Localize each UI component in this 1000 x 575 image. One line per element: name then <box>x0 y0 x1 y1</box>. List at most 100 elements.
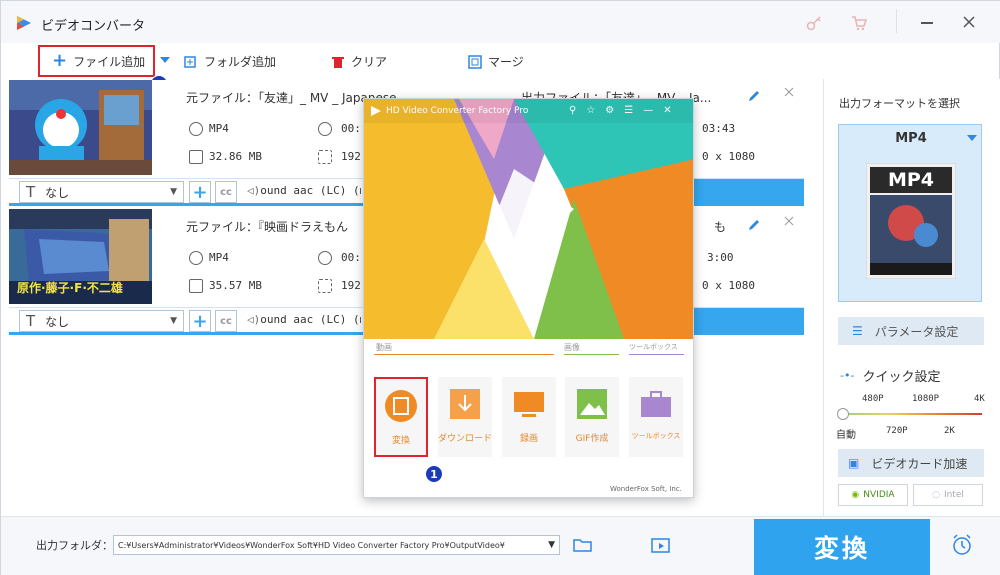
quality-label-2k: 2K <box>944 426 955 436</box>
merge-button[interactable]: マージ <box>468 53 524 70</box>
resolution-value: 192 <box>341 150 361 163</box>
resolution-icon <box>318 279 332 293</box>
section-label-video: 動画 <box>376 343 392 352</box>
step-badge-1: 1 <box>425 465 443 483</box>
subtitle-select[interactable]: T なし ▼ <box>19 181 184 203</box>
folder-add-icon <box>184 55 196 68</box>
output-duration: 03:43 <box>702 122 736 135</box>
output-path-input[interactable]: C:¥Users¥Administrator¥Videos¥WonderFox … <box>113 535 560 555</box>
video-folder-icon[interactable] <box>651 537 671 553</box>
format-value: MP4 <box>209 122 229 135</box>
sliders-icon: ☰ <box>852 324 863 338</box>
nvidia-icon: ◉ <box>851 490 860 500</box>
quality-label-4k: 4K <box>974 394 985 404</box>
app-window: ビデオコンバータ + ファイル追加 2 フォルダ追加 <box>0 0 1000 575</box>
cc-icon[interactable]: cc <box>215 310 237 332</box>
parameter-settings-label: パラメータ設定 <box>874 324 959 339</box>
resolution-value: 192 <box>341 279 361 292</box>
merge-icon <box>468 54 482 69</box>
open-folder-icon[interactable] <box>573 537 593 553</box>
add-file-dropdown-icon[interactable] <box>160 57 170 65</box>
clock-icon <box>318 251 332 265</box>
quality-label-480p: 480P <box>862 394 884 404</box>
format-icon <box>189 251 203 265</box>
toolbar: + ファイル追加 2 フォルダ追加 クリア マージ <box>1 43 821 93</box>
speaker-icon: ◁) <box>247 313 261 326</box>
intel-toggle[interactable]: ◌ Intel <box>913 484 983 506</box>
output-path-value: C:¥Users¥Administrator¥Videos¥WonderFox … <box>118 540 505 550</box>
gpu-acceleration-button[interactable]: ▣ ビデオカード加速 <box>838 449 984 477</box>
tile-toolbox[interactable]: ツールボックス <box>629 377 683 457</box>
launcher-banner <box>364 99 693 339</box>
output-folder-label: 出力フォルダ： <box>36 539 113 552</box>
cart-icon[interactable] <box>851 15 867 31</box>
convert-button[interactable]: 変換 <box>754 519 930 575</box>
key-icon[interactable] <box>806 15 822 31</box>
quick-settings-label: クイック設定 <box>862 370 941 385</box>
format-selector[interactable]: MP4 MP4 <box>838 124 982 302</box>
add-file-button[interactable]: + ファイル追加 <box>38 45 155 77</box>
remove-file-icon[interactable] <box>784 216 794 226</box>
section-label-image: 画像 <box>564 343 580 352</box>
output-duration: 3:00 <box>707 251 734 264</box>
audio-track-select[interactable]: ◁)ound aac (LC) (mp <box>247 184 361 197</box>
quality-slider-track[interactable] <box>842 413 982 415</box>
add-subtitle-button[interactable]: + <box>189 310 211 332</box>
size-value: 32.86 MB <box>209 150 262 163</box>
popup-window-controls[interactable]: ⚲☆⚙☰—✕ <box>569 105 682 116</box>
video-thumbnail-1[interactable] <box>9 80 152 175</box>
subtitle-value: なし <box>45 185 70 200</box>
audio-track-value: ound aac (LC) (mp <box>260 184 361 197</box>
minimize-button[interactable] <box>921 22 933 24</box>
parameter-settings-button[interactable]: ☰ パラメータ設定 <box>838 317 984 345</box>
tile-gif[interactable]: GIF作成 <box>565 377 619 457</box>
popup-footer: WonderFox Soft, Inc. <box>610 485 682 493</box>
output-format-panel: 出力フォーマットを選択 MP4 MP4 ☰ パラメータ設定 -•- クイック設定… <box>823 79 1000 516</box>
remove-file-icon[interactable] <box>784 87 794 97</box>
section-divider-image <box>564 354 619 355</box>
quality-label-1080p: 1080P <box>912 394 940 404</box>
cc-icon[interactable]: cc <box>215 181 237 203</box>
audio-track-value: ound aac (LC) (mp <box>260 313 361 326</box>
chevron-down-icon[interactable]: ▼ <box>548 540 555 550</box>
format-value: MP4 <box>209 251 229 264</box>
tile-gif-label: GIF作成 <box>575 434 609 444</box>
title-bar: ビデオコンバータ <box>1 1 1000 43</box>
tile-toolbox-label: ツールボックス <box>631 432 681 440</box>
audio-track-select[interactable]: ◁)ound aac (LC) (mp <box>247 313 361 326</box>
edit-pencil-icon[interactable] <box>747 89 761 103</box>
film-icon <box>385 390 417 422</box>
format-icon <box>189 122 203 136</box>
clear-button[interactable]: クリア <box>331 53 387 70</box>
close-button[interactable] <box>963 16 975 28</box>
format-name: MP4 <box>895 131 927 146</box>
nvidia-toggle[interactable]: ◉ NVIDIA <box>838 484 908 506</box>
quality-slider-handle[interactable] <box>837 408 849 420</box>
app-logo-icon <box>17 16 31 30</box>
subtitle-value: なし <box>45 314 70 329</box>
tile-download[interactable]: ダウンロード <box>438 377 492 457</box>
chevron-down-icon <box>967 135 977 141</box>
intel-icon: ◌ <box>932 490 940 500</box>
download-icon <box>450 389 480 419</box>
add-folder-button[interactable]: フォルダ追加 <box>184 53 276 70</box>
alarm-clock-icon[interactable] <box>951 534 973 556</box>
output-resolution: 0 x 1080 <box>702 279 755 292</box>
output-resolution: 0 x 1080 <box>702 150 755 163</box>
gpu-acceleration-label: ビデオカード加速 <box>871 456 968 471</box>
bottom-bar: 出力フォルダ： C:¥Users¥Administrator¥Videos¥Wo… <box>1 516 1000 575</box>
add-file-label: ファイル追加 <box>73 54 146 69</box>
popup-logo-icon <box>371 106 381 116</box>
edit-pencil-icon[interactable] <box>747 218 761 232</box>
add-subtitle-button[interactable]: + <box>189 181 211 203</box>
slider-icon: -•- <box>840 369 855 382</box>
gif-image-icon <box>577 389 607 419</box>
chevron-down-icon: ▼ <box>170 187 177 197</box>
toolbox-icon <box>641 391 671 417</box>
intel-label: Intel <box>943 490 964 500</box>
tile-convert[interactable]: 変換 <box>374 377 428 457</box>
duration-value: 00: <box>341 122 361 135</box>
tile-record[interactable]: 録画 <box>502 377 556 457</box>
subtitle-select[interactable]: T なし ▼ <box>19 310 184 332</box>
clear-label: クリア <box>351 55 388 69</box>
